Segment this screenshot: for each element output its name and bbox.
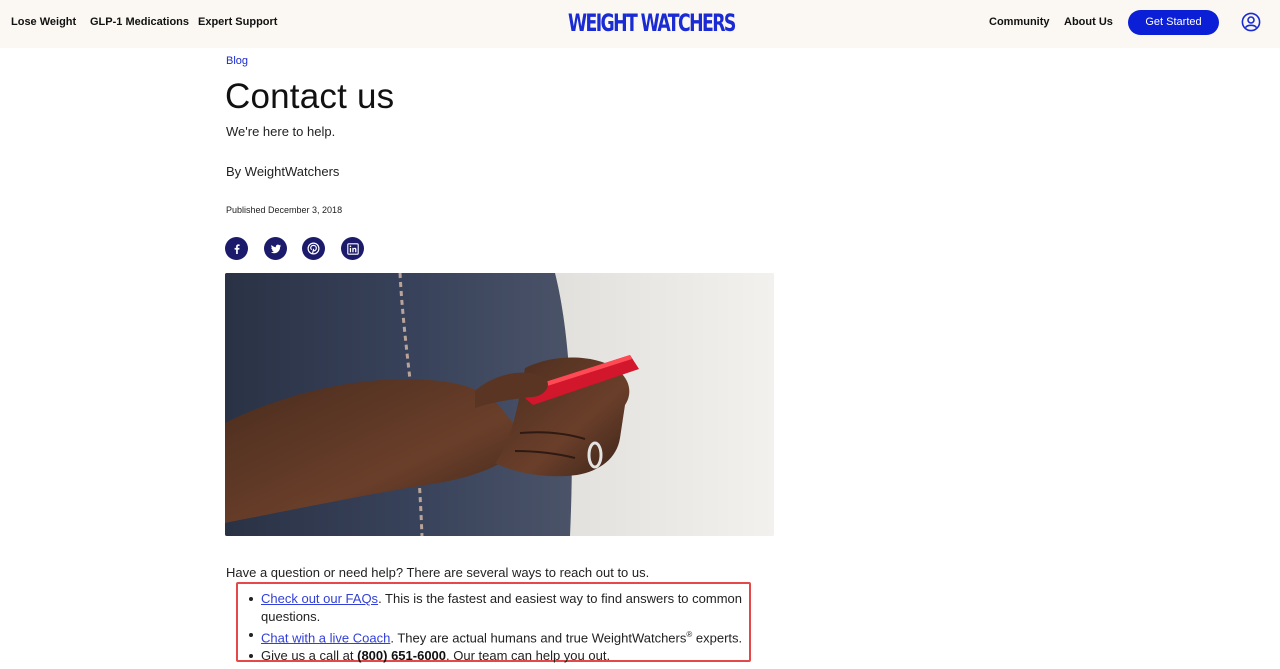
share-linkedin-button[interactable] <box>341 237 364 260</box>
nav-about-us[interactable]: About Us <box>1064 16 1113 28</box>
nav-expert-support[interactable]: Expert Support <box>198 16 277 28</box>
share-pinterest-button[interactable] <box>302 237 325 260</box>
twitter-icon <box>270 243 282 255</box>
live-coach-link[interactable]: Chat with a live Coach <box>261 630 390 645</box>
pinterest-icon <box>307 242 320 255</box>
site-header: Lose Weight GLP-1 Medications Expert Sup… <box>0 0 1280 48</box>
list-item: Chat with a live Coach. They are actual … <box>249 626 743 647</box>
share-facebook-button[interactable] <box>225 237 248 260</box>
weightwatchers-logo[interactable]: WEIGHT WATCHERS <box>568 9 736 37</box>
call-description-end: . Our team can help you out. <box>446 648 611 664</box>
article-byline: By WeightWatchers <box>226 164 340 179</box>
published-date: Published December 3, 2018 <box>226 205 343 215</box>
list-item: Check out our FAQs. This is the fastest … <box>249 590 743 626</box>
list-item: Give us a call at (800) 651-6000. Our te… <box>249 647 743 665</box>
hero-image-person-holding-red-phone <box>225 273 774 536</box>
account-circle-icon[interactable] <box>1241 12 1261 32</box>
get-started-button[interactable]: Get Started <box>1128 10 1219 35</box>
page-subtitle: We're here to help. <box>226 124 336 139</box>
intro-text: Have a question or need help? There are … <box>226 565 650 580</box>
nav-lose-weight[interactable]: Lose Weight <box>11 16 76 28</box>
facebook-icon <box>231 243 243 255</box>
nav-community[interactable]: Community <box>989 16 1050 28</box>
coach-description-end: experts. <box>692 630 743 646</box>
contact-options-list: Check out our FAQs. This is the fastest … <box>249 590 743 665</box>
breadcrumb-blog[interactable]: Blog <box>226 55 248 67</box>
coach-description: . They are actual humans and true Weight… <box>390 630 687 646</box>
call-description: Give us a call at <box>261 648 358 664</box>
faqs-link[interactable]: Check out our FAQs <box>261 591 378 606</box>
phone-number[interactable]: (800) 651-6000 <box>357 648 446 663</box>
share-twitter-button[interactable] <box>264 237 287 260</box>
nav-glp1-medications[interactable]: GLP-1 Medications <box>90 16 189 28</box>
linkedin-icon <box>346 242 359 255</box>
page-title: Contact us <box>225 77 395 116</box>
